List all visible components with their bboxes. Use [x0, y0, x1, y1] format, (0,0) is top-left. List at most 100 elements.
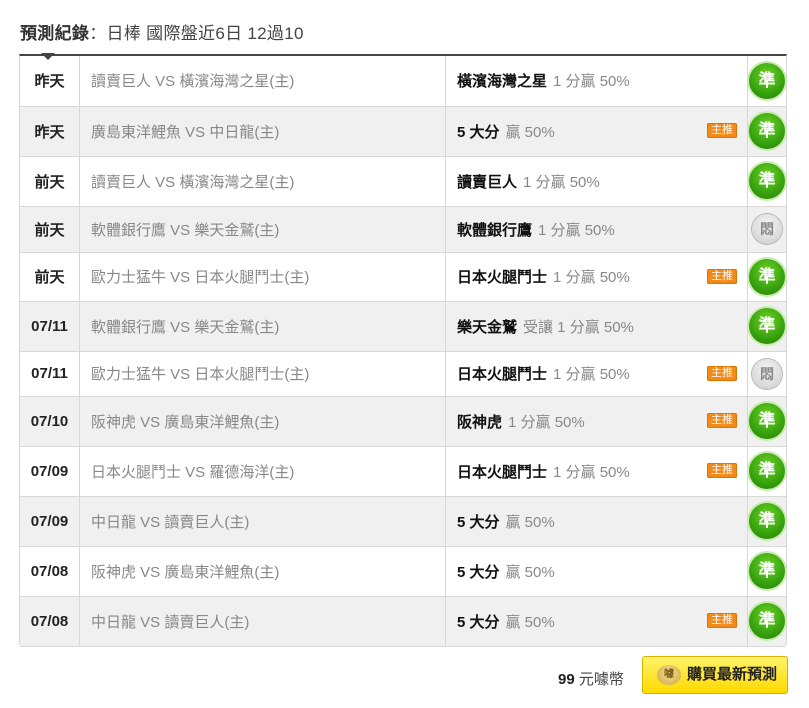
- row-prediction: 讀賣巨人 1 分贏 50%: [445, 156, 748, 207]
- row-date: 前天: [20, 156, 80, 207]
- buy-latest-prediction-button[interactable]: 噱 購買最新預測: [642, 656, 788, 694]
- result-win-icon: 準: [749, 503, 785, 539]
- result-push-icon: 悶: [752, 358, 782, 389]
- page-title: 預測紀錄：日棒 國際盤近6日 12過10: [20, 19, 304, 44]
- row-result: 悶: [747, 206, 786, 253]
- prediction-condition: 受讓 1 分贏 50%: [523, 318, 634, 336]
- prediction-condition: 1 分贏 50%: [553, 73, 630, 91]
- title-separator: ：: [89, 24, 107, 43]
- row-date: 昨天: [20, 56, 80, 107]
- prediction-pick: 日本火腿鬥士: [457, 269, 548, 286]
- row-date: 07/09: [20, 496, 80, 547]
- row-date: 07/08: [20, 596, 80, 647]
- prediction-condition: 1 分贏 50%: [523, 173, 600, 191]
- prediction-pick: 5 大分: [457, 613, 500, 631]
- table-row: 昨天 讀賣巨人 VS 橫濱海灣之星(主) 橫濱海灣之星 1 分贏 50% 準: [20, 56, 786, 107]
- row-date: 07/10: [20, 396, 80, 447]
- row-date: 07/09: [20, 446, 80, 497]
- row-match: 中日龍 VS 讀賣巨人(主): [79, 596, 446, 647]
- row-prediction: 日本火腿鬥士 1 分贏 50% 主推: [445, 252, 748, 302]
- row-match: 阪神虎 VS 廣島東洋鯉魚(主): [79, 546, 446, 597]
- row-result: 準: [747, 546, 786, 597]
- table-row: 07/08 阪神虎 VS 廣島東洋鯉魚(主) 5 大分贏 50% 準: [20, 546, 786, 597]
- row-prediction: 日本火腿鬥士 1 分贏 50% 主推: [445, 351, 748, 397]
- result-win-icon: 準: [749, 308, 785, 344]
- row-match: 軟體銀行鷹 VS 樂天金鷲(主): [79, 301, 446, 352]
- prediction-pick: 樂天金鷲: [457, 318, 518, 336]
- prediction-condition: 贏 50%: [505, 613, 555, 631]
- prediction-pick: 讀賣巨人: [457, 173, 518, 191]
- row-date: 07/11: [20, 351, 80, 397]
- tab-pointer: [41, 53, 55, 60]
- row-date: 前天: [20, 206, 80, 253]
- result-push-icon: 悶: [752, 214, 782, 244]
- prediction-condition: 1 分贏 50%: [538, 221, 615, 239]
- prediction-condition: 1 分贏 50%: [553, 269, 630, 286]
- row-result: 準: [747, 106, 786, 157]
- row-result: 悶: [747, 351, 786, 397]
- prediction-pick: 日本火腿鬥士: [457, 463, 548, 481]
- featured-pick-badge: 主推: [707, 463, 737, 478]
- price-unit: 元噱幣: [578, 671, 624, 688]
- prediction-condition: 1 分贏 50%: [553, 366, 630, 383]
- coin-icon: 噱: [657, 665, 681, 685]
- row-result: 準: [747, 496, 786, 547]
- result-win-icon: 準: [749, 113, 785, 149]
- prediction-pick: 5 大分: [457, 513, 500, 531]
- prediction-condition: 1 分贏 50%: [553, 463, 630, 481]
- row-prediction: 日本火腿鬥士 1 分贏 50% 主推: [445, 446, 748, 497]
- table-row: 07/10 阪神虎 VS 廣島東洋鯉魚(主) 阪神虎 1 分贏 50% 主推準: [20, 396, 786, 447]
- featured-pick-badge: 主推: [707, 413, 737, 428]
- row-prediction: 橫濱海灣之星 1 分贏 50%: [445, 56, 748, 107]
- row-prediction: 5 大分贏 50%: [445, 496, 748, 547]
- row-match: 軟體銀行鷹 VS 樂天金鷲(主): [79, 206, 446, 253]
- prediction-condition: 贏 50%: [505, 563, 555, 581]
- table-row: 07/11 歐力士猛牛 VS 日本火腿鬥士(主) 日本火腿鬥士 1 分贏 50% 主推悶: [20, 351, 786, 397]
- result-win-icon: 準: [749, 163, 785, 199]
- table-row: 前天 歐力士猛牛 VS 日本火腿鬥士(主) 日本火腿鬥士 1 分贏 50% 主推準: [20, 252, 786, 302]
- result-win-icon: 準: [749, 603, 785, 639]
- featured-pick-badge: 主推: [707, 613, 737, 628]
- prediction-pick: 阪神虎: [457, 413, 503, 431]
- prediction-pick: 5 大分: [457, 563, 500, 581]
- row-match: 歐力士猛牛 VS 日本火腿鬥士(主): [79, 252, 446, 302]
- table-row: 昨天 廣島東洋鯉魚 VS 中日龍(主) 5 大分贏 50% 主推準: [20, 106, 786, 157]
- row-prediction: 阪神虎 1 分贏 50% 主推: [445, 396, 748, 447]
- prediction-pick: 5 大分: [457, 123, 500, 141]
- row-match: 阪神虎 VS 廣島東洋鯉魚(主): [79, 396, 446, 447]
- featured-pick-badge: 主推: [707, 365, 737, 381]
- row-date: 07/08: [20, 546, 80, 597]
- row-result: 準: [747, 396, 786, 447]
- prediction-pick: 軟體銀行鷹: [457, 221, 533, 239]
- row-prediction: 5 大分贏 50% 主推: [445, 106, 748, 157]
- prediction-pick: 日本火腿鬥士: [457, 366, 548, 383]
- title-detail: 日棒 國際盤近6日 12過10: [106, 24, 304, 43]
- table-row: 07/11 軟體銀行鷹 VS 樂天金鷲(主) 樂天金鷲 受讓 1 分贏 50% 準: [20, 301, 786, 352]
- table-row: 07/09 日本火腿鬥士 VS 羅德海洋(主) 日本火腿鬥士 1 分贏 50% 主推準: [20, 446, 786, 497]
- prediction-condition: 贏 50%: [505, 513, 555, 531]
- price-value: 99: [558, 671, 575, 688]
- result-win-icon: 準: [749, 62, 785, 99]
- table-row: 前天 軟體銀行鷹 VS 樂天金鷲(主) 軟體銀行鷹 1 分贏 50% 悶: [20, 206, 786, 253]
- buy-button-label: 購買最新預測: [687, 666, 778, 683]
- row-date: 07/11: [20, 301, 80, 352]
- table-row: 前天 讀賣巨人 VS 橫濱海灣之星(主) 讀賣巨人 1 分贏 50% 準: [20, 156, 786, 207]
- row-prediction: 5 大分贏 50%: [445, 546, 748, 597]
- result-win-icon: 準: [749, 403, 785, 439]
- table-row: 07/08 中日龍 VS 讀賣巨人(主) 5 大分贏 50% 主推準: [20, 596, 786, 647]
- row-result: 準: [747, 446, 786, 497]
- prediction-table: 昨天 讀賣巨人 VS 橫濱海灣之星(主) 橫濱海灣之星 1 分贏 50% 準昨天 廣島東洋…: [19, 54, 787, 647]
- row-date: 前天: [20, 252, 80, 302]
- row-match: 廣島東洋鯉魚 VS 中日龍(主): [79, 106, 446, 157]
- row-prediction: 5 大分贏 50% 主推: [445, 596, 748, 647]
- row-result: 準: [747, 156, 786, 207]
- prediction-condition: 贏 50%: [505, 123, 555, 141]
- prediction-condition: 1 分贏 50%: [508, 413, 585, 431]
- row-prediction: 軟體銀行鷹 1 分贏 50%: [445, 206, 748, 253]
- price-label: 99 元噱幣: [558, 668, 624, 689]
- result-win-icon: 準: [749, 553, 785, 589]
- row-prediction: 樂天金鷲 受讓 1 分贏 50%: [445, 301, 748, 352]
- row-date: 昨天: [20, 106, 80, 157]
- row-result: 準: [747, 596, 786, 647]
- title-label: 預測紀錄: [20, 24, 90, 43]
